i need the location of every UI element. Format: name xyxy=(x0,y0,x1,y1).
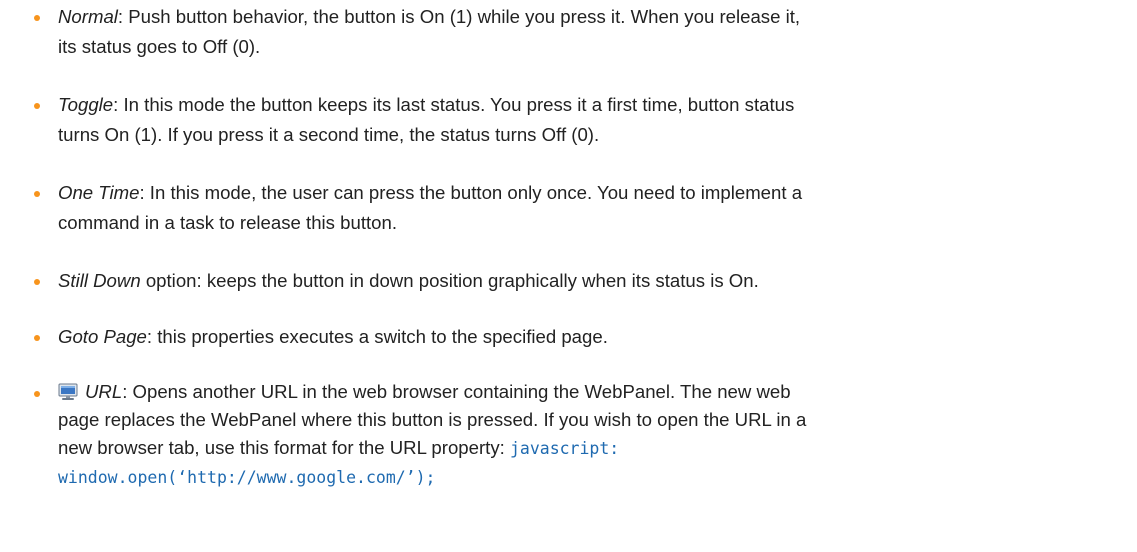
term-label: Still Down xyxy=(58,270,141,291)
list-item-text: One Time: In this mode, the user can pre… xyxy=(58,178,1128,238)
text-line: URL: Opens another URL in the web browse… xyxy=(58,378,1128,406)
list-item-text: Normal: Push button behavior, the button… xyxy=(58,2,1128,62)
bullet-dot xyxy=(34,279,40,285)
code-snippet: javascript: xyxy=(509,439,620,458)
bullet-dot xyxy=(34,103,40,109)
list-item-text: Goto Page: this properties executes a sw… xyxy=(58,322,1128,352)
term-label: One Time xyxy=(58,182,140,203)
list-item-text: Toggle: In this mode the button keeps it… xyxy=(58,90,1128,150)
text-line: Goto Page: this properties executes a sw… xyxy=(58,322,1128,352)
description-text: : this properties executes a switch to t… xyxy=(146,326,608,347)
description-text: new browser tab, use this format for the… xyxy=(58,437,510,458)
description-text: option: keeps the button in down positio… xyxy=(140,270,759,291)
term-label: URL xyxy=(85,381,123,402)
text-line: Normal: Push button behavior, the button… xyxy=(58,2,1128,32)
text-line: command in a task to release this button… xyxy=(58,208,1128,238)
text-line: page replaces the WebPanel where this bu… xyxy=(58,406,1128,434)
description-text: : Opens another URL in the web browser c… xyxy=(122,381,791,402)
description-text: its status goes to Off (0). xyxy=(58,36,261,57)
list-item-text: URL: Opens another URL in the web browse… xyxy=(58,378,1128,492)
description-text: command in a task to release this button… xyxy=(58,212,397,233)
code-snippet: window.open(‘http://www.google.com/’); xyxy=(58,468,436,487)
bullet-dot xyxy=(34,391,40,397)
text-line: One Time: In this mode, the user can pre… xyxy=(58,178,1128,208)
text-line: new browser tab, use this format for the… xyxy=(58,434,1128,463)
text-line: Toggle: In this mode the button keeps it… xyxy=(58,90,1128,120)
term-label: Toggle xyxy=(58,94,114,115)
description-text: : Push button behavior, the button is On… xyxy=(117,6,801,27)
description-text: : In this mode the button keeps its last… xyxy=(113,94,795,115)
bullet-dot xyxy=(34,335,40,341)
bullet-dot xyxy=(34,15,40,21)
term-label: Goto Page xyxy=(58,326,147,347)
term-label: Normal xyxy=(58,6,118,27)
monitor-icon xyxy=(58,383,78,401)
bullet-dot xyxy=(34,191,40,197)
description-text: page replaces the WebPanel where this bu… xyxy=(58,409,807,430)
text-line: turns On (1). If you press it a second t… xyxy=(58,120,1128,150)
list-item-text: Still Down option: keeps the button in d… xyxy=(58,266,1128,296)
text-line: window.open(‘http://www.google.com/’); xyxy=(58,463,1128,492)
description-text: turns On (1). If you press it a second t… xyxy=(58,124,600,145)
text-line: Still Down option: keeps the button in d… xyxy=(58,266,1128,296)
text-line: its status goes to Off (0). xyxy=(58,32,1128,62)
description-text: : In this mode, the user can press the b… xyxy=(139,182,803,203)
